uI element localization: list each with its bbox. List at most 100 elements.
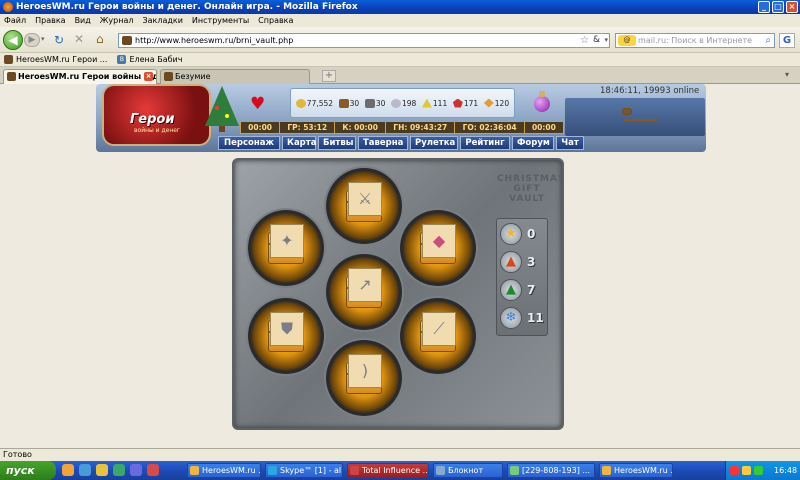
snowflake-icon: ❄ [500,307,522,329]
tab-bezumie[interactable]: Безумие [160,69,310,84]
nav-rating[interactable]: Рейтинг [460,136,510,150]
firefox-quicklaunch-icon[interactable] [62,464,74,476]
nav-map[interactable]: Карта [282,136,316,150]
reload-icon[interactable]: ↻ [54,33,64,47]
new-tab-button[interactable]: + [322,70,336,82]
bookmark-star-icon[interactable]: ☆ [580,34,589,47]
tray-icon-2[interactable] [742,466,751,475]
menu-edit[interactable]: Правка [35,14,65,27]
vault-slot-bottom[interactable]: ) [326,340,402,416]
timer-6: 00:00 [531,123,556,132]
taskbar-total-influence[interactable]: Total Influence ... [347,463,429,478]
nav-battles[interactable]: Битвы [318,136,356,150]
minimize-button[interactable]: _ [758,1,770,13]
nav-character[interactable]: Персонаж [218,136,280,150]
clock: 16:48 [774,466,798,475]
tree-count: 7 [527,283,536,297]
vk-favicon: В [117,55,127,64]
taskbar-skype[interactable]: Skype™ [1] - al... [265,463,343,478]
nav-roulette[interactable]: Рулетка [410,136,458,150]
gold-icon [295,98,306,108]
app2-quicklaunch-icon[interactable] [147,464,159,476]
tray-icon-3[interactable] [754,466,763,475]
snowflake-count: 11 [527,311,544,325]
folder-quicklaunch-icon[interactable] [96,464,108,476]
menu-help[interactable]: Справка [258,14,293,27]
vault-slot-upper-right[interactable]: ◆ [400,210,476,286]
menu-history[interactable]: Журнал [100,14,134,27]
maximize-button[interactable]: □ [772,1,784,13]
start-label: пуск [6,464,35,477]
vault-slot-upper-left[interactable]: ✦ [248,210,324,286]
menu-view[interactable]: Вид [75,14,91,27]
search-engine-icon[interactable]: @ [618,35,636,46]
crystal-value: 171 [463,98,479,108]
tab-list-icon[interactable]: ▾ [785,70,789,79]
gems-icon [483,98,494,108]
mercury-icon [390,98,401,108]
star-count: 0 [527,227,536,241]
tab-label: Безумие [175,72,211,81]
nav-tavern[interactable]: Таверна [358,136,408,150]
utorrent-quicklaunch-icon[interactable] [113,464,125,476]
url-input[interactable]: http://www.heroeswm.ru/brni_vault.php ☆ … [118,33,610,48]
history-dropdown-icon[interactable]: ▾ [41,35,45,43]
bell-icon: ▲ [500,251,522,273]
nav-forum[interactable]: Форум [512,136,554,150]
bookmark-elena[interactable]: В Елена Бабич [117,53,182,66]
magic-staff-icon: ✦ [270,224,304,258]
counter-snowflake: ❄ 11 [500,307,544,329]
nav-chat[interactable]: Чат [556,136,584,150]
search-input[interactable]: @ mail.ru: Поиск в Интернете ⌕ [615,33,775,48]
window-title: HeroesWM.ru Герои войны и денег. Онлайн … [16,2,358,12]
resource-crystal: 171 [452,98,479,108]
taskbar-notepad[interactable]: Блокнот [433,463,503,478]
stop-icon[interactable]: ✕ [74,32,84,46]
app-quicklaunch-icon[interactable] [130,464,142,476]
back-button[interactable]: ◀ [3,30,23,50]
ampersand-icon[interactable]: & [593,34,600,47]
counter-bell: ▲ 3 [500,251,535,273]
bookmark-heroes[interactable]: HeroesWM.ru Герои ... [4,53,107,66]
spear-icon: ↗ [348,268,382,302]
windows-taskbar: пуск HeroesWM.ru ... Skype™ [1] - al... … [0,461,800,480]
bookmarks-bar: HeroesWM.ru Герои ... В Елена Бабич [0,53,800,67]
timer-hunters: ГО: 02:36:04 [455,122,525,133]
menu-tools[interactable]: Инструменты [192,14,249,27]
star-icon: ★ [500,223,522,245]
taskbar-heroes[interactable]: HeroesWM.ru ... [187,463,261,478]
logo-title: Герои [130,112,175,127]
bell-count: 3 [527,255,536,269]
tray-icon-1[interactable] [730,466,739,475]
search-go-icon[interactable]: ⌕ [765,34,771,47]
potion-icon[interactable] [534,91,550,112]
resource-mercury: 198 [390,98,416,108]
timer-1: 00:00 [241,122,281,133]
ie-quicklaunch-icon[interactable] [79,464,91,476]
start-button[interactable]: пуск [0,461,56,480]
forward-button[interactable]: ▶ [24,33,40,47]
tab-heroes[interactable]: HeroesWM.ru Герои войны и ден... × [3,69,157,84]
taskbar-label: [229-808-193] ... [522,466,590,475]
vault-slot-top[interactable]: ⚔ [326,168,402,244]
menu-bookmarks[interactable]: Закладки [142,14,182,27]
close-button[interactable]: × [786,1,798,13]
url-dropdown-icon[interactable]: ▾ [604,34,608,47]
vault-slot-lower-right[interactable]: ⟋ [400,298,476,374]
wood-value: 30 [349,98,360,108]
heart-icon[interactable]: ♥ [250,94,265,114]
remote-icon [510,466,519,475]
taskbar-remote[interactable]: [229-808-193] ... [507,463,595,478]
home-icon[interactable]: ⌂ [96,32,104,46]
status-bar: Готово [0,448,800,461]
chest-icon[interactable] [622,108,657,121]
google-icon[interactable]: G [779,33,795,48]
menu-file[interactable]: Файл [4,14,26,27]
bookmark-label: Елена Бабич [129,54,183,64]
counter-tree: ▲ 7 [500,279,535,301]
vault-slot-lower-left[interactable]: ⛊ [248,298,324,374]
tab-close-icon[interactable]: × [144,72,153,81]
taskbar-heroes-2[interactable]: HeroesWM.ru ... [599,463,673,478]
vault-slot-center[interactable]: ↗ [326,254,402,330]
heroes-favicon [4,55,13,64]
